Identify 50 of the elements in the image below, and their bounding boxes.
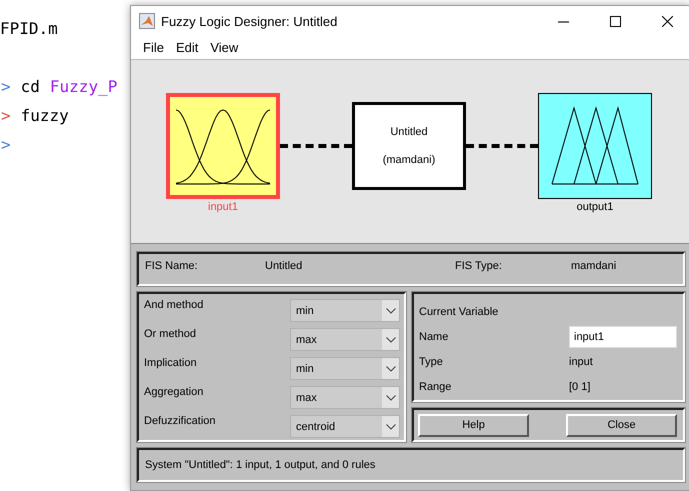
file-name: FPID.m (0, 18, 58, 40)
name-input-field[interactable]: input1 (569, 326, 677, 348)
method-label: Or method (144, 328, 196, 340)
chevron-down-icon (386, 424, 396, 430)
method-dropdown[interactable]: max (290, 328, 400, 351)
command-text: fuzzy (20, 106, 69, 125)
method-dropdown[interactable]: centroid (290, 415, 400, 438)
window-title: Fuzzy Logic Designer: Untitled (161, 14, 338, 28)
command-text: cd (20, 77, 40, 96)
panel-title: Current Variable (419, 306, 500, 318)
command-prompt: > (0, 77, 11, 96)
method-dropdown[interactable]: max (290, 386, 400, 409)
method-label: Defuzzification (144, 415, 216, 427)
command-argument: Fuzzy_P (50, 77, 118, 96)
method-label: Aggregation (144, 386, 204, 398)
fis-name: Untitled (265, 260, 304, 274)
system-name: Untitled (390, 126, 428, 138)
variable-label: output1 (576, 201, 614, 214)
menu-item[interactable]: File (137, 36, 170, 58)
field-label: Type (419, 356, 444, 368)
output-variable-block[interactable] (538, 93, 652, 200)
method-label: And method (144, 299, 204, 311)
close-dialog-button[interactable]: Close (566, 414, 677, 436)
chevron-down-icon (386, 394, 396, 400)
method-dropdown[interactable]: min (290, 299, 400, 322)
command-prompt: > (0, 135, 11, 154)
chevron-down-icon (386, 308, 396, 314)
command-prompt: > (0, 106, 11, 125)
method-label: Implication (144, 357, 197, 369)
system-block[interactable]: Untitled (mamdani) (352, 102, 466, 190)
input-variable-block[interactable] (166, 93, 280, 200)
field-label: Name (419, 330, 450, 342)
variable-type: input (569, 356, 594, 368)
menu-item[interactable]: Edit (170, 36, 204, 58)
close-icon (662, 16, 672, 26)
variable-range: [0 1] (569, 380, 592, 392)
field-label: FIS Type: (455, 260, 503, 274)
maximize-icon (610, 16, 620, 26)
field-label: Range (419, 380, 452, 392)
chevron-down-icon (386, 366, 396, 372)
menu-item[interactable]: View (204, 36, 244, 58)
variable-label: input1 (208, 201, 238, 214)
chevron-down-icon (386, 336, 396, 342)
status-text: System "Untitled": 1 input, 1 output, and 0 rules (145, 459, 376, 471)
field-label: FIS Name: (145, 260, 199, 274)
fis-type: mamdani (571, 260, 618, 274)
help-button[interactable]: Help (418, 414, 529, 436)
method-dropdown[interactable]: min (290, 357, 400, 380)
app-logo-icon (139, 13, 155, 29)
system-type: (mamdani) (382, 154, 436, 166)
